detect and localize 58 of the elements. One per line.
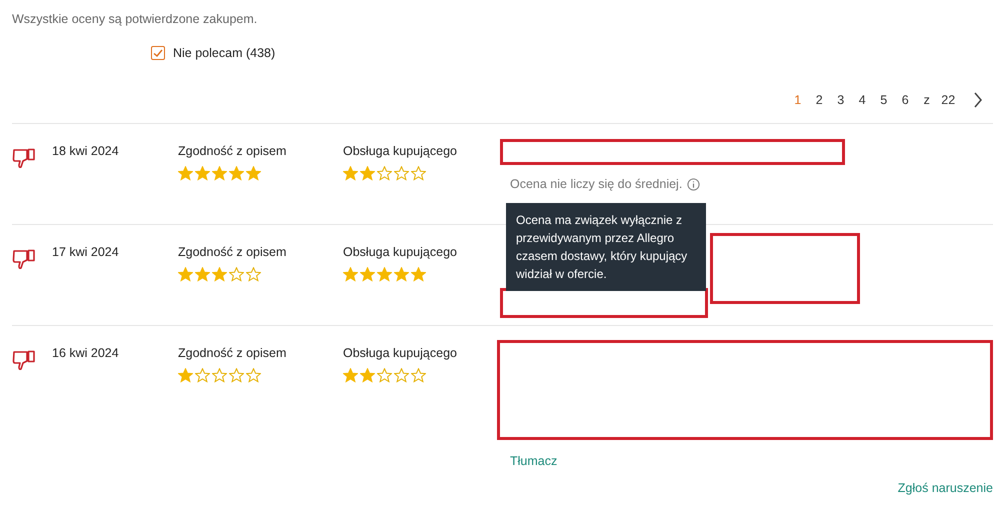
- translate-link[interactable]: Tłumacz: [510, 454, 558, 468]
- filled-star-icon: [343, 166, 358, 181]
- filled-star-icon: [178, 368, 193, 383]
- rating-label: Zgodność z opisem: [178, 346, 288, 360]
- filled-star-icon: [195, 166, 210, 181]
- filled-star-icon: [411, 267, 426, 282]
- page-of-label: z: [922, 93, 931, 107]
- rating-label: Zgodność z opisem: [178, 245, 288, 259]
- review-date: 18 kwi 2024: [52, 144, 120, 160]
- thumbs-down-icon: [12, 348, 36, 372]
- rating-label: Obsługa kupującego: [343, 346, 458, 360]
- next-page-icon[interactable]: [973, 92, 983, 108]
- empty-star-icon: [246, 267, 261, 282]
- page-link[interactable]: 4: [852, 93, 873, 107]
- thumbs-down-icon: [12, 247, 36, 271]
- filled-star-icon: [343, 368, 358, 383]
- filled-star-icon: [343, 267, 358, 282]
- thumbs-down-icon: [12, 146, 36, 170]
- report-link[interactable]: Zgłoś naruszenie: [898, 481, 993, 495]
- empty-star-icon: [212, 368, 227, 383]
- page-link[interactable]: 3: [830, 93, 852, 107]
- page-link[interactable]: 2: [808, 93, 830, 107]
- empty-star-icon: [246, 368, 261, 383]
- filter-checkbox[interactable]: [151, 46, 165, 60]
- filled-star-icon: [229, 166, 244, 181]
- empty-star-icon: [411, 166, 426, 181]
- filled-star-icon: [212, 166, 227, 181]
- filled-star-icon: [195, 267, 210, 282]
- average-note: Ocena nie liczy się do średniej.: [510, 177, 682, 191]
- filled-star-icon: [212, 267, 227, 282]
- filled-star-icon: [360, 166, 375, 181]
- empty-star-icon: [229, 368, 244, 383]
- page-link[interactable]: 5: [873, 93, 894, 107]
- page-link[interactable]: 6: [894, 93, 916, 107]
- filled-star-icon: [360, 368, 375, 383]
- page-link[interactable]: 22: [938, 93, 959, 107]
- rating-label: Obsługa kupującego: [343, 245, 458, 259]
- filled-star-icon: [377, 267, 392, 282]
- filled-star-icon: [178, 267, 193, 282]
- empty-star-icon: [229, 267, 244, 282]
- empty-star-icon: [377, 368, 392, 383]
- tooltip: Ocena ma związek wyłącznie z przewidywanym przez Allegro czasem dostawy, który kupujący widział w ofercie.: [506, 203, 706, 291]
- filter-label[interactable]: Nie polecam (438): [173, 46, 276, 60]
- verified-note: Wszystkie oceny są potwierdzone zakupem.: [12, 12, 258, 26]
- review-date: 17 kwi 2024: [52, 245, 120, 261]
- empty-star-icon: [394, 368, 409, 383]
- empty-star-icon: [394, 166, 409, 181]
- filled-star-icon: [178, 166, 193, 181]
- empty-star-icon: [377, 166, 392, 181]
- empty-star-icon: [411, 368, 426, 383]
- review-date: 16 kwi 2024: [52, 346, 120, 362]
- filled-star-icon: [394, 267, 409, 282]
- rating-label: Zgodność z opisem: [178, 144, 288, 158]
- empty-star-icon: [195, 368, 210, 383]
- info-icon[interactable]: [687, 178, 700, 190]
- filled-star-icon: [246, 166, 261, 181]
- filled-star-icon: [360, 267, 375, 282]
- rating-label: Obsługa kupującego: [343, 144, 458, 158]
